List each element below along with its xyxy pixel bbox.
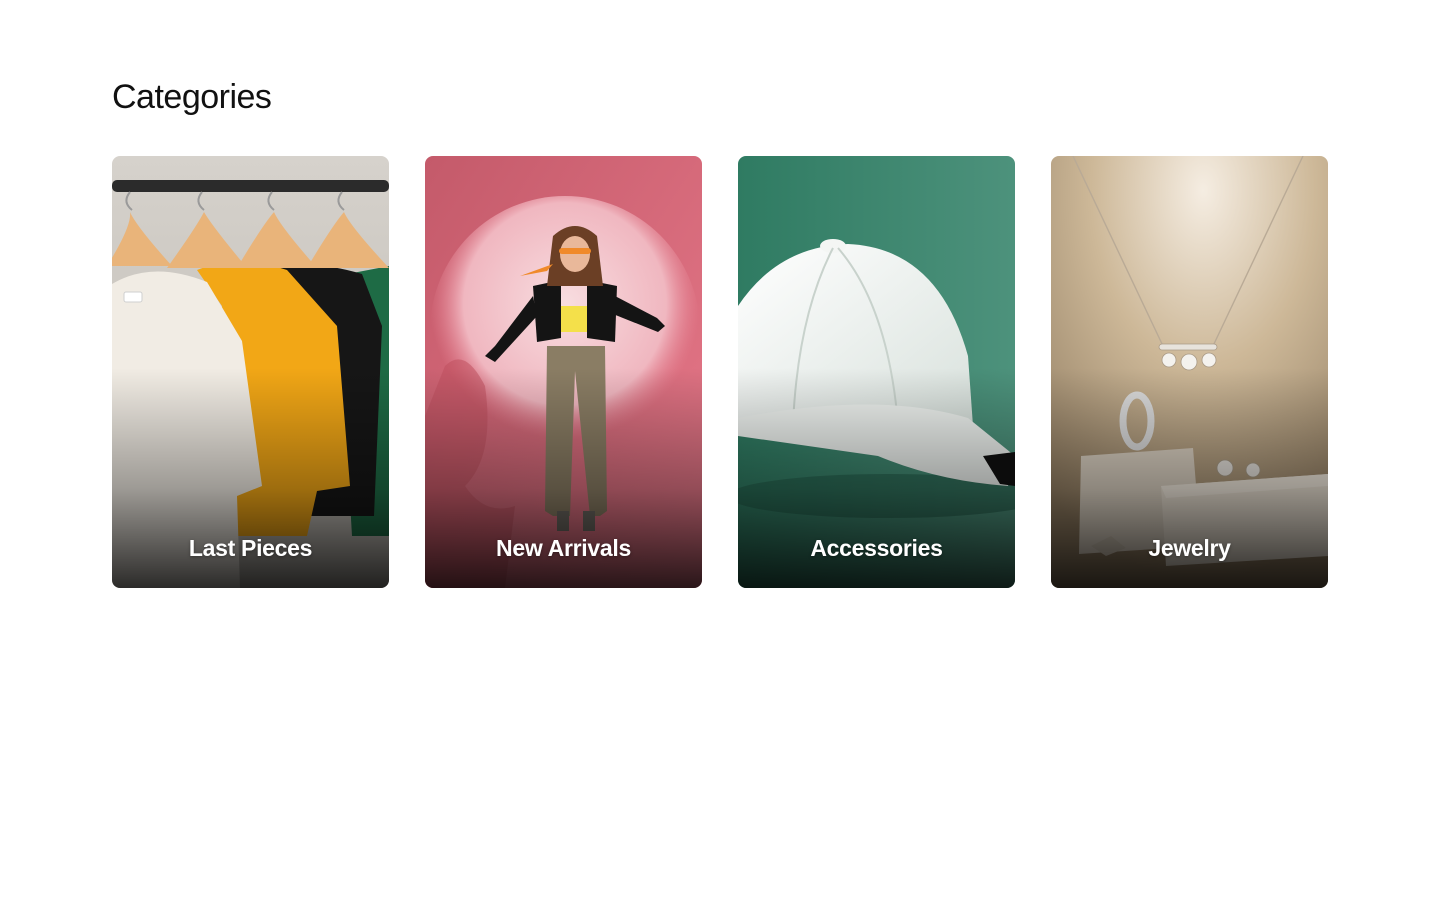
category-card-new-arrivals[interactable]: New Arrivals [425,156,702,588]
category-card-last-pieces[interactable]: Last Pieces [112,156,389,588]
categories-page: Categories Last Pieces New Arrivals Acce… [0,0,1440,900]
category-label: Jewelry [1148,535,1231,561]
category-card-accessories[interactable]: Accessories [738,156,1015,588]
category-card-jewelry[interactable]: Jewelry [1051,156,1328,588]
category-label: New Arrivals [496,535,631,561]
section-title: Categories [112,78,272,116]
category-label: Last Pieces [188,535,313,561]
category-grid: Last Pieces New Arrivals Accessories Jew… [112,156,1328,588]
category-label: Accessories [810,535,943,561]
